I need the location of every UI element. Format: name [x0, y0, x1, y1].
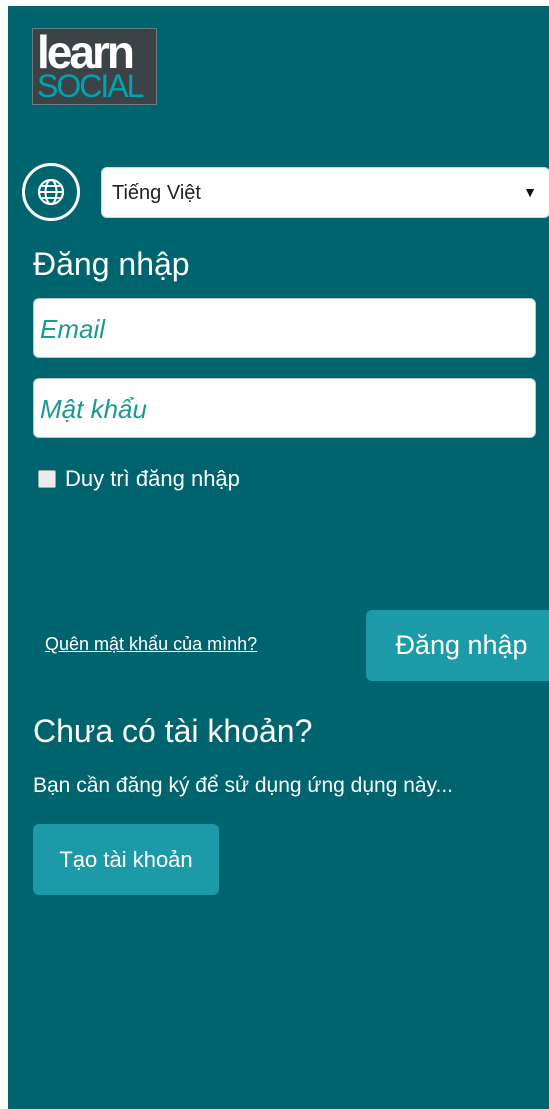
logo-text-social: SOCIAL: [37, 68, 144, 104]
create-account-button[interactable]: Tạo tài khoản: [33, 824, 219, 895]
login-heading: Đăng nhập: [33, 246, 190, 282]
chevron-down-icon: ▼: [523, 184, 537, 200]
login-panel: learn SOCIAL Tiếng Việt ▼ Đăng nhập Emai…: [8, 6, 549, 1109]
globe-icon: [22, 163, 80, 221]
learnsocial-logo: learn SOCIAL: [32, 28, 157, 105]
login-button[interactable]: Đăng nhập: [366, 610, 549, 681]
language-select-value: Tiếng Việt: [112, 182, 201, 204]
password-placeholder: Mật khẩu: [40, 394, 147, 424]
remember-me[interactable]: Duy trì đăng nhập: [38, 466, 240, 492]
no-account-heading: Chưa có tài khoản?: [33, 713, 313, 749]
email-field[interactable]: Email: [33, 298, 536, 358]
signup-note: Bạn cần đăng ký để sử dụng ứng dụng này.…: [33, 774, 454, 797]
remember-me-label: Duy trì đăng nhập: [65, 466, 240, 491]
language-select[interactable]: Tiếng Việt ▼: [101, 167, 549, 218]
email-placeholder: Email: [40, 314, 106, 344]
forgot-password-link[interactable]: Quên mật khẩu của mình?: [45, 634, 257, 655]
remember-me-checkbox[interactable]: [38, 470, 56, 488]
password-field[interactable]: Mật khẩu: [33, 378, 536, 438]
